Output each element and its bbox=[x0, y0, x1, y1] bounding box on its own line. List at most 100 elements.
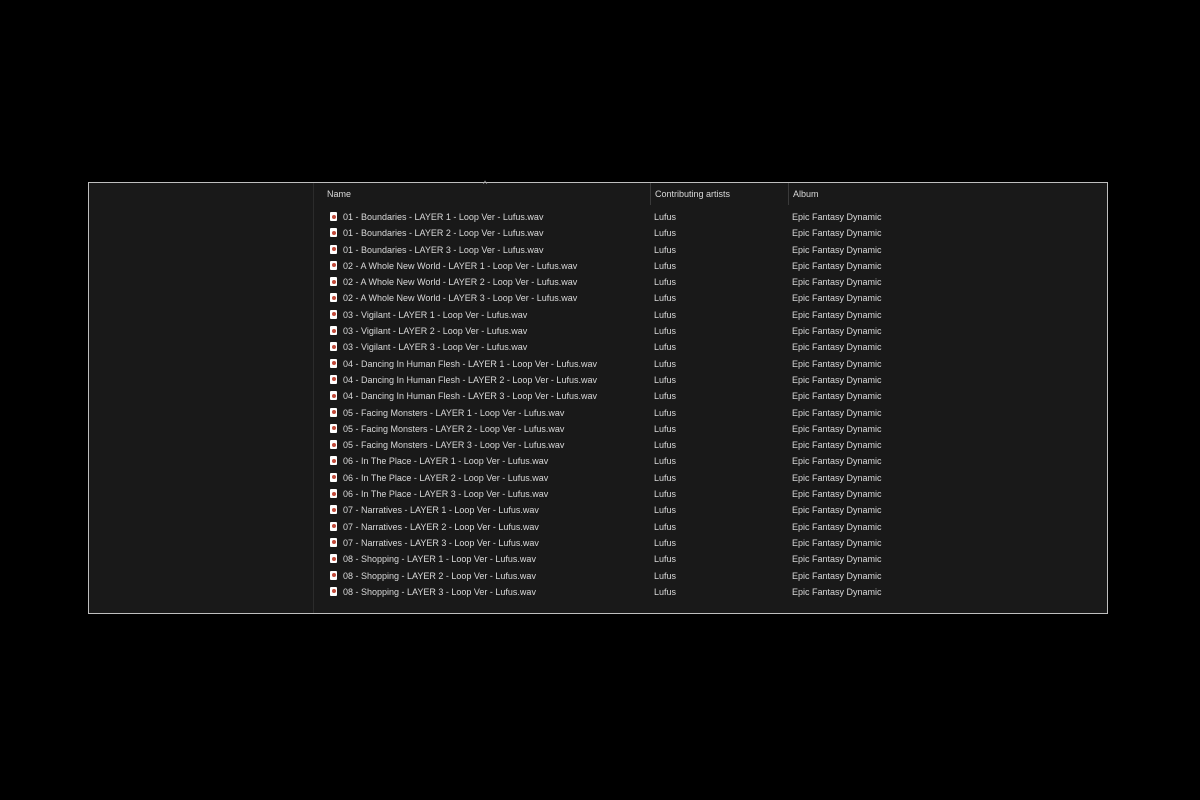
file-row[interactable]: 08 - Shopping - LAYER 3 - Loop Ver - Luf… bbox=[314, 584, 1107, 600]
file-row[interactable]: 02 - A Whole New World - LAYER 2 - Loop … bbox=[314, 274, 1107, 290]
audio-file-icon bbox=[330, 537, 337, 547]
file-name-cell[interactable]: 06 - In The Place - LAYER 2 - Loop Ver -… bbox=[330, 470, 646, 486]
file-name-cell[interactable]: 01 - Boundaries - LAYER 2 - Loop Ver - L… bbox=[330, 225, 646, 241]
column-header-name[interactable]: Name bbox=[314, 183, 650, 205]
file-row[interactable]: 03 - Vigilant - LAYER 1 - Loop Ver - Luf… bbox=[314, 307, 1107, 323]
file-row[interactable]: 03 - Vigilant - LAYER 2 - Loop Ver - Luf… bbox=[314, 323, 1107, 339]
file-name-cell[interactable]: 02 - A Whole New World - LAYER 2 - Loop … bbox=[330, 274, 646, 290]
navigation-pane[interactable] bbox=[89, 183, 314, 613]
file-row[interactable]: 01 - Boundaries - LAYER 1 - Loop Ver - L… bbox=[314, 209, 1107, 225]
album-cell: Epic Fantasy Dynamic bbox=[792, 244, 882, 255]
file-explorer-window: ^ Name Contributing artists Album 01 - B… bbox=[88, 179, 1108, 614]
file-row[interactable]: 05 - Facing Monsters - LAYER 3 - Loop Ve… bbox=[314, 437, 1107, 453]
audio-file-icon bbox=[330, 505, 337, 515]
file-row[interactable]: 05 - Facing Monsters - LAYER 2 - Loop Ve… bbox=[314, 421, 1107, 437]
file-name-cell[interactable]: 03 - Vigilant - LAYER 2 - Loop Ver - Luf… bbox=[330, 323, 646, 339]
contributing-artist-cell: Lufus bbox=[654, 537, 677, 548]
album-cell: Epic Fantasy Dynamic bbox=[792, 537, 882, 548]
contributing-artist-cell: Lufus bbox=[654, 472, 677, 483]
file-row[interactable]: 07 - Narratives - LAYER 2 - Loop Ver - L… bbox=[314, 519, 1107, 535]
file-row[interactable]: 02 - A Whole New World - LAYER 1 - Loop … bbox=[314, 258, 1107, 274]
file-list: 01 - Boundaries - LAYER 1 - Loop Ver - L… bbox=[314, 209, 1107, 600]
file-row[interactable]: 02 - A Whole New World - LAYER 3 - Loop … bbox=[314, 290, 1107, 306]
contributing-artist-cell: Lufus bbox=[654, 407, 677, 418]
file-name-cell[interactable]: 01 - Boundaries - LAYER 3 - Loop Ver - L… bbox=[330, 242, 646, 258]
contributing-artist-cell: Lufus bbox=[654, 212, 677, 222]
file-name: 03 - Vigilant - LAYER 2 - Loop Ver - Luf… bbox=[343, 326, 528, 337]
file-row[interactable]: 01 - Boundaries - LAYER 3 - Loop Ver - L… bbox=[314, 242, 1107, 258]
audio-file-icon bbox=[330, 228, 337, 238]
file-name-cell[interactable]: 03 - Vigilant - LAYER 1 - Loop Ver - Luf… bbox=[330, 307, 646, 323]
file-name-cell[interactable]: 05 - Facing Monsters - LAYER 2 - Loop Ve… bbox=[330, 421, 646, 437]
audio-file-icon bbox=[330, 521, 337, 531]
file-row[interactable]: 08 - Shopping - LAYER 2 - Loop Ver - Luf… bbox=[314, 568, 1107, 584]
album-cell: Epic Fantasy Dynamic bbox=[792, 456, 882, 467]
contributing-artist-cell: Lufus bbox=[654, 554, 677, 565]
album-cell: Epic Fantasy Dynamic bbox=[792, 472, 882, 483]
contributing-artist-cell: Lufus bbox=[654, 521, 677, 532]
file-name-cell[interactable]: 02 - A Whole New World - LAYER 1 - Loop … bbox=[330, 258, 646, 274]
album-cell: Epic Fantasy Dynamic bbox=[792, 440, 882, 451]
contributing-artist-cell: Lufus bbox=[654, 391, 677, 402]
audio-file-icon bbox=[330, 440, 337, 450]
file-name-cell[interactable]: 04 - Dancing In Human Flesh - LAYER 3 - … bbox=[330, 388, 646, 404]
album-cell: Epic Fantasy Dynamic bbox=[792, 521, 882, 532]
file-row[interactable]: 06 - In The Place - LAYER 1 - Loop Ver -… bbox=[314, 453, 1107, 469]
file-row[interactable]: 01 - Boundaries - LAYER 2 - Loop Ver - L… bbox=[314, 225, 1107, 241]
file-list-pane: ^ Name Contributing artists Album 01 - B… bbox=[314, 179, 1107, 613]
file-row[interactable]: 04 - Dancing In Human Flesh - LAYER 3 - … bbox=[314, 388, 1107, 404]
contributing-artist-cell: Lufus bbox=[654, 423, 677, 434]
file-row[interactable]: 05 - Facing Monsters - LAYER 1 - Loop Ve… bbox=[314, 405, 1107, 421]
file-name: 02 - A Whole New World - LAYER 3 - Loop … bbox=[343, 293, 578, 304]
audio-file-icon bbox=[330, 358, 337, 368]
file-row[interactable]: 07 - Narratives - LAYER 3 - Loop Ver - L… bbox=[314, 535, 1107, 551]
file-name-cell[interactable]: 06 - In The Place - LAYER 3 - Loop Ver -… bbox=[330, 486, 646, 502]
file-name: 04 - Dancing In Human Flesh - LAYER 1 - … bbox=[343, 358, 597, 369]
file-name-cell[interactable]: 04 - Dancing In Human Flesh - LAYER 2 - … bbox=[330, 372, 646, 388]
album-cell: Epic Fantasy Dynamic bbox=[792, 277, 882, 288]
file-row[interactable]: 08 - Shopping - LAYER 1 - Loop Ver - Luf… bbox=[314, 551, 1107, 567]
album-cell: Epic Fantasy Dynamic bbox=[792, 570, 882, 581]
file-name: 03 - Vigilant - LAYER 1 - Loop Ver - Luf… bbox=[343, 309, 528, 320]
file-row[interactable]: 04 - Dancing In Human Flesh - LAYER 1 - … bbox=[314, 356, 1107, 372]
file-name: 08 - Shopping - LAYER 1 - Loop Ver - Luf… bbox=[343, 554, 536, 565]
file-name-cell[interactable]: 08 - Shopping - LAYER 3 - Loop Ver - Luf… bbox=[330, 584, 646, 600]
file-name-cell[interactable]: 07 - Narratives - LAYER 3 - Loop Ver - L… bbox=[330, 535, 646, 551]
file-name-cell[interactable]: 01 - Boundaries - LAYER 1 - Loop Ver - L… bbox=[330, 209, 646, 225]
contributing-artist-cell: Lufus bbox=[654, 489, 677, 500]
file-name: 05 - Facing Monsters - LAYER 3 - Loop Ve… bbox=[343, 440, 565, 451]
column-header-album[interactable]: Album bbox=[788, 183, 988, 205]
file-row[interactable]: 07 - Narratives - LAYER 1 - Loop Ver - L… bbox=[314, 502, 1107, 518]
audio-file-icon bbox=[330, 309, 337, 319]
audio-file-icon bbox=[330, 326, 337, 336]
file-name-cell[interactable]: 07 - Narratives - LAYER 2 - Loop Ver - L… bbox=[330, 519, 646, 535]
audio-file-icon bbox=[330, 472, 337, 482]
file-name-cell[interactable]: 03 - Vigilant - LAYER 3 - Loop Ver - Luf… bbox=[330, 339, 646, 355]
audio-file-icon bbox=[330, 391, 337, 401]
album-cell: Epic Fantasy Dynamic bbox=[792, 358, 882, 369]
album-cell: Epic Fantasy Dynamic bbox=[792, 212, 882, 222]
file-name-cell[interactable]: 08 - Shopping - LAYER 1 - Loop Ver - Luf… bbox=[330, 551, 646, 567]
file-name-cell[interactable]: 07 - Narratives - LAYER 1 - Loop Ver - L… bbox=[330, 502, 646, 518]
file-row[interactable]: 06 - In The Place - LAYER 3 - Loop Ver -… bbox=[314, 486, 1107, 502]
file-name-cell[interactable]: 08 - Shopping - LAYER 2 - Loop Ver - Luf… bbox=[330, 568, 646, 584]
file-name-cell[interactable]: 05 - Facing Monsters - LAYER 1 - Loop Ve… bbox=[330, 405, 646, 421]
contributing-artist-cell: Lufus bbox=[654, 228, 677, 239]
file-name-cell[interactable]: 04 - Dancing In Human Flesh - LAYER 1 - … bbox=[330, 356, 646, 372]
album-cell: Epic Fantasy Dynamic bbox=[792, 423, 882, 434]
file-row[interactable]: 06 - In The Place - LAYER 2 - Loop Ver -… bbox=[314, 470, 1107, 486]
file-name: 07 - Narratives - LAYER 1 - Loop Ver - L… bbox=[343, 505, 539, 516]
file-name: 01 - Boundaries - LAYER 1 - Loop Ver - L… bbox=[343, 212, 544, 222]
column-header-contributing-artists[interactable]: Contributing artists bbox=[650, 183, 788, 205]
audio-file-icon bbox=[330, 407, 337, 417]
file-name-cell[interactable]: 05 - Facing Monsters - LAYER 3 - Loop Ve… bbox=[330, 437, 646, 453]
file-row[interactable]: 03 - Vigilant - LAYER 3 - Loop Ver - Luf… bbox=[314, 339, 1107, 355]
file-row[interactable]: 04 - Dancing In Human Flesh - LAYER 2 - … bbox=[314, 372, 1107, 388]
contributing-artist-cell: Lufus bbox=[654, 326, 677, 337]
album-cell: Epic Fantasy Dynamic bbox=[792, 586, 882, 597]
file-name: 02 - A Whole New World - LAYER 1 - Loop … bbox=[343, 260, 578, 271]
audio-file-icon bbox=[330, 244, 337, 254]
album-cell: Epic Fantasy Dynamic bbox=[792, 342, 882, 353]
file-name-cell[interactable]: 02 - A Whole New World - LAYER 3 - Loop … bbox=[330, 290, 646, 306]
file-name-cell[interactable]: 06 - In The Place - LAYER 1 - Loop Ver -… bbox=[330, 453, 646, 469]
